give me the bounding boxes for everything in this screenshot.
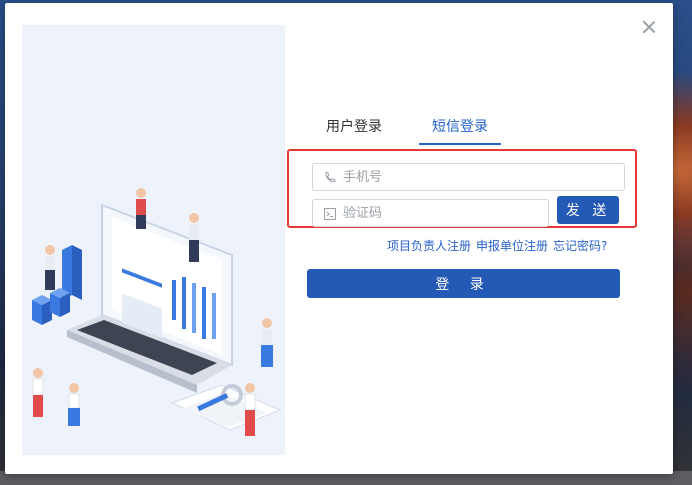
active-tab-indicator (419, 143, 501, 145)
login-tabs: 用户登录 短信登录 (312, 113, 632, 145)
tab-user-login[interactable]: 用户登录 (326, 113, 382, 141)
tab-sms-login[interactable]: 短信登录 (432, 113, 488, 141)
auxiliary-links: 项目负责人注册 申报单位注册 忘记密码? (387, 237, 607, 254)
code-icon (323, 206, 337, 220)
login-button[interactable]: 登 录 (307, 269, 620, 298)
phone-field[interactable] (312, 163, 625, 191)
send-code-button[interactable]: 发 送 (557, 196, 619, 224)
code-field[interactable] (312, 199, 549, 227)
register-project-link[interactable]: 项目负责人注册 (387, 239, 471, 253)
code-input[interactable] (343, 205, 548, 221)
login-illustration (22, 25, 285, 455)
phone-input[interactable] (343, 169, 624, 185)
register-unit-link[interactable]: 申报单位注册 (476, 239, 548, 253)
close-icon[interactable] (641, 19, 657, 35)
forgot-password-link[interactable]: 忘记密码? (553, 239, 607, 253)
phone-icon (323, 170, 337, 184)
